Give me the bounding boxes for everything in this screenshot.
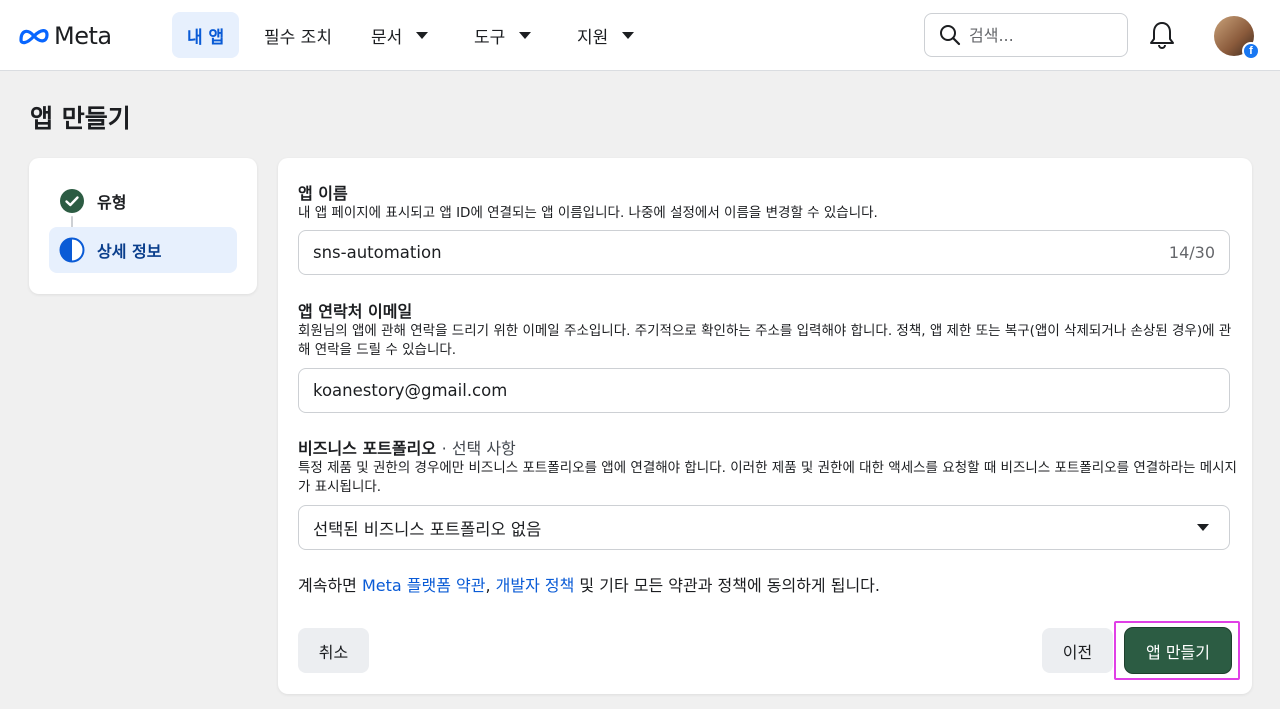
optional-tag: · 선택 사항 xyxy=(441,439,516,458)
app-name-description: 내 앱 페이지에 표시되고 앱 ID에 연결되는 앱 이름입니다. 나중에 설정… xyxy=(298,205,878,221)
half-circle-icon xyxy=(59,237,85,263)
nav-tools[interactable]: 도구 xyxy=(474,12,532,58)
previous-button[interactable]: 이전 xyxy=(1042,628,1113,673)
nav-label: 내 앱 xyxy=(187,27,225,48)
business-portfolio-description: 특정 제품 및 권한의 경우에만 비즈니스 포트폴리오를 앱에 연결해야 합니다… xyxy=(298,460,1237,495)
top-navigation-bar: Meta 내 앱 필수 조치 문서 도구 지원 f xyxy=(0,0,1280,71)
char-counter: 14/30 xyxy=(1168,243,1215,262)
search-box[interactable] xyxy=(924,13,1128,57)
cancel-button[interactable]: 취소 xyxy=(298,628,369,673)
app-details-form: 앱 이름 내 앱 페이지에 표시되고 앱 ID에 연결되는 앱 이름입니다. 나… xyxy=(278,158,1252,694)
business-portfolio-select[interactable]: 선택된 비즈니스 포트폴리오 없음 xyxy=(298,505,1230,550)
business-portfolio-title: 비즈니스 포트폴리오 xyxy=(298,439,437,458)
search-icon xyxy=(940,25,961,46)
facebook-badge-icon: f xyxy=(1242,42,1260,60)
step-navigator: 유형 상세 정보 xyxy=(29,158,257,294)
nav-label: 지원 xyxy=(577,27,609,48)
terms-suffix: 및 기타 모든 약관과 정책에 동의하게 됩니다. xyxy=(574,576,880,595)
step-type[interactable]: 유형 xyxy=(49,178,237,224)
business-portfolio-label: 비즈니스 포트폴리오 · 선택 사항 xyxy=(298,435,516,459)
chevron-down-icon xyxy=(1197,524,1209,531)
nav-my-apps[interactable]: 내 앱 xyxy=(172,12,240,58)
contact-email-label: 앱 연락처 이메일 xyxy=(298,302,413,321)
nav-required-actions[interactable]: 필수 조치 xyxy=(264,12,332,58)
highlight-box: 앱 만들기 xyxy=(1114,621,1240,680)
contact-email-field[interactable] xyxy=(298,368,1230,413)
step-label: 유형 xyxy=(97,193,127,212)
check-circle-icon xyxy=(60,189,84,213)
avatar[interactable]: f xyxy=(1214,16,1260,60)
contact-email-description: 회원님의 앱에 관해 연락을 드리기 위한 이메일 주소입니다. 주기적으로 확… xyxy=(298,323,1232,358)
app-name-field[interactable]: 14/30 xyxy=(298,230,1230,275)
nav-support[interactable]: 지원 xyxy=(577,12,635,58)
platform-terms-link[interactable]: Meta 플랫폼 약관 xyxy=(362,576,486,595)
app-name-label: 앱 이름 xyxy=(298,184,348,203)
terms-prefix: 계속하면 xyxy=(298,576,362,595)
meta-infinity-icon xyxy=(19,29,49,45)
terms-notice: 계속하면 Meta 플랫폼 약관, 개발자 정책 및 기타 모든 약관과 정책에… xyxy=(298,572,880,596)
chevron-down-icon xyxy=(622,31,635,39)
app-name-input[interactable] xyxy=(313,243,1169,262)
step-label: 상세 정보 xyxy=(97,242,162,261)
search-input[interactable] xyxy=(969,25,1109,45)
nav-label: 필수 조치 xyxy=(264,27,332,48)
nav-docs[interactable]: 문서 xyxy=(371,12,429,58)
chevron-down-icon xyxy=(416,31,429,39)
selected-portfolio: 선택된 비즈니스 포트폴리오 없음 xyxy=(313,519,542,539)
nav-label: 문서 xyxy=(371,27,403,48)
contact-email-input[interactable] xyxy=(313,381,1215,400)
terms-separator: , xyxy=(485,576,496,595)
brand-name: Meta xyxy=(54,22,112,50)
nav-label: 도구 xyxy=(474,27,506,48)
meta-logo[interactable]: Meta xyxy=(18,22,112,50)
create-app-button[interactable]: 앱 만들기 xyxy=(1125,628,1231,673)
bell-icon[interactable] xyxy=(1148,20,1176,50)
page-title: 앱 만들기 xyxy=(30,104,131,133)
developer-policy-link[interactable]: 개발자 정책 xyxy=(496,576,575,595)
step-details[interactable]: 상세 정보 xyxy=(49,227,237,273)
chevron-down-icon xyxy=(519,31,532,39)
